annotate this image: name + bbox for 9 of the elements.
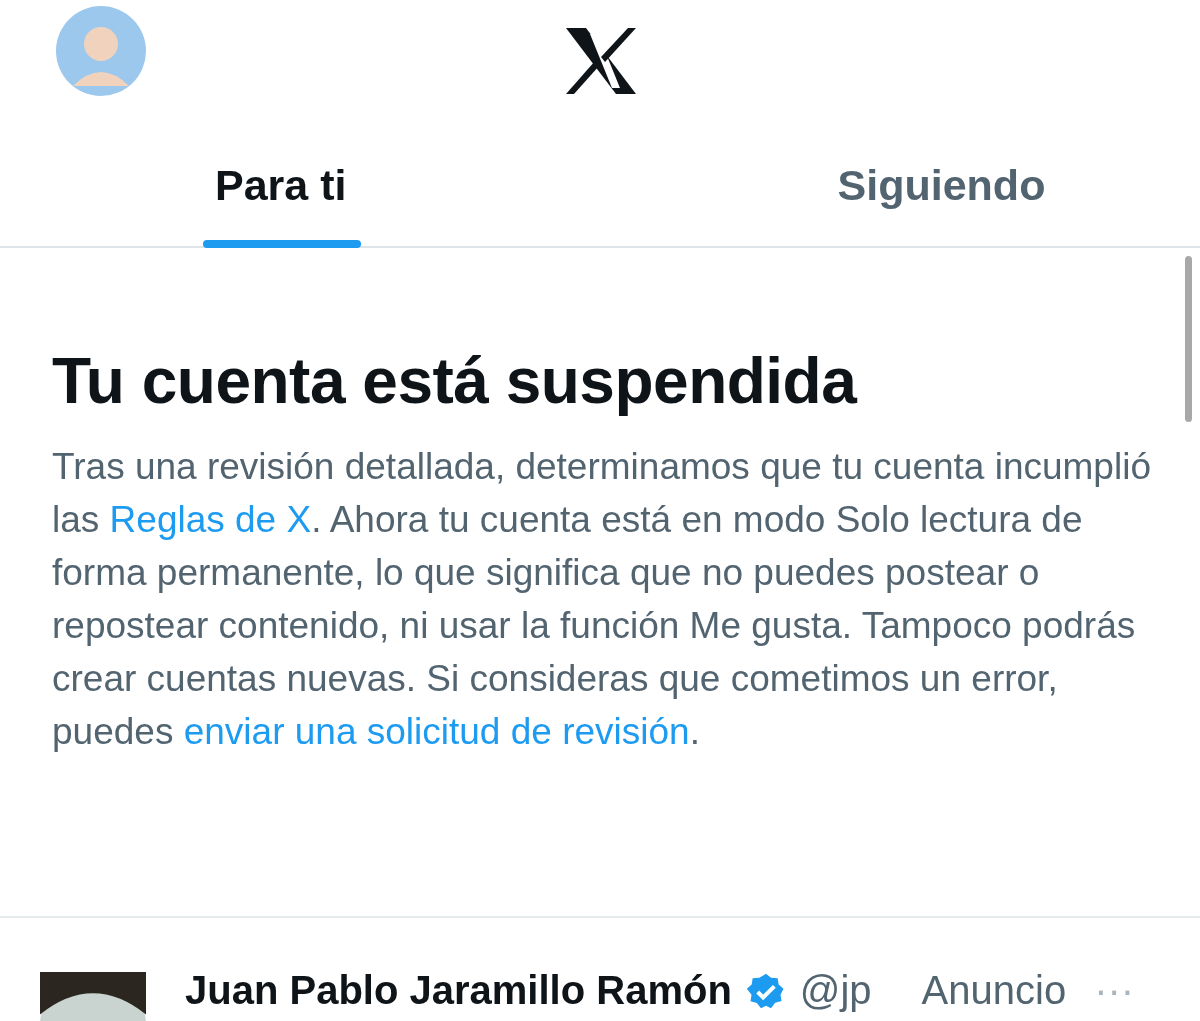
scrollbar[interactable] — [1185, 256, 1192, 422]
tab[interactable]: Siguiendo — [837, 161, 1046, 210]
notice-title: Tu cuenta está suspendida — [52, 344, 859, 418]
author-name[interactable]: Juan Pablo Jaramillo Ramón — [185, 968, 732, 1013]
tab[interactable]: Para ti — [215, 161, 347, 210]
author-handle: @jp — [799, 968, 872, 1013]
notice-text: Tras una revisión detallada, determinamos que tu cuenta incumplió las Reglas de X. Ahora tu cuenta está en modo Solo lectura de forma permanente, lo que significa que no puedes postear o repostear contenido, ni usar la función Me gusta. Tampoco podrás crear cuentas nuevas. Si consideras que cometimos un error, puedes enviar una solicitud de revisión. — [52, 445, 1152, 754]
logo-icon[interactable] — [566, 28, 636, 94]
ad-label: Anuncio — [921, 968, 1067, 1013]
